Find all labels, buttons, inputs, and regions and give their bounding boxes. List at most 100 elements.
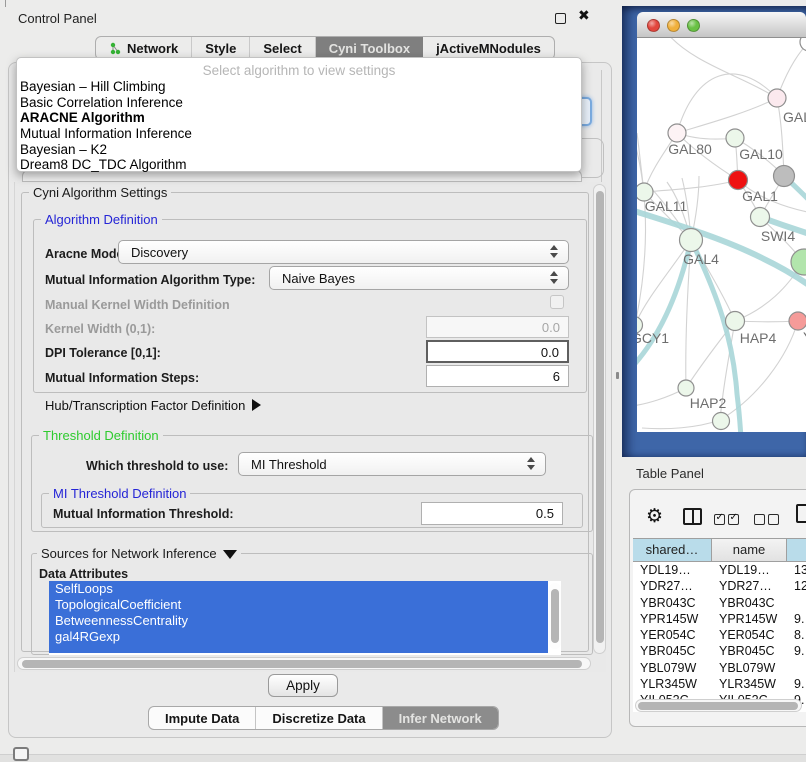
network-node-gal4[interactable] [680, 229, 703, 252]
mi-steps-field[interactable]: 6 [426, 365, 569, 387]
sources-title-row[interactable]: Sources for Network Inference [37, 546, 241, 561]
aracne-mode-combo[interactable]: Discovery [118, 240, 569, 264]
aracne-mode-label: Aracne Mode: [45, 247, 128, 261]
attribute-item[interactable]: BetweennessCentrality [49, 613, 548, 629]
table-row[interactable]: YPR145WYPR145W9. [633, 611, 806, 627]
deselect-all-columns-icon[interactable] [754, 512, 782, 530]
network-graph[interactable]: GAL7GAL80GAL10GAL1GAL11SWI4GAL4GCY1HAP4Y… [637, 38, 806, 432]
algorithm-menu-item[interactable]: Mutual Information Inference [17, 126, 581, 142]
attribute-item[interactable]: TopologicalCoefficient [49, 597, 548, 613]
table-row[interactable]: YER054CYER054C8. [633, 627, 806, 643]
table-row[interactable]: YDL19…YDL19…13 [633, 562, 806, 578]
table-hscrollbar-thumb[interactable] [638, 702, 798, 710]
zoom-traffic-light-icon[interactable] [687, 19, 700, 32]
network-edge[interactable] [667, 38, 777, 98]
tab-cyni-toolbox[interactable]: Cyni Toolbox [316, 37, 423, 59]
tab-select[interactable]: Select [250, 37, 315, 59]
columns-icon[interactable] [683, 508, 702, 525]
bottom-tab-impute-data[interactable]: Impute Data [149, 707, 256, 729]
manual-kernel-checkbox[interactable] [550, 295, 564, 309]
attributes-scrollbar-thumb[interactable] [551, 589, 559, 643]
network-node-label: GAL1 [742, 188, 778, 204]
network-edge[interactable] [644, 180, 738, 192]
attribute-item[interactable]: gal4RGexp [49, 629, 548, 645]
table-row[interactable]: YDR27…YDR27…12 [633, 578, 806, 594]
attributes-scrollbar[interactable] [549, 583, 561, 649]
table-cell [787, 660, 806, 676]
settings-hscrollbar[interactable] [17, 657, 591, 670]
network-edge[interactable] [735, 262, 803, 321]
which-threshold-combo[interactable]: MI Threshold [238, 452, 546, 476]
network-node[interactable] [800, 38, 806, 51]
cyni-settings-panel: Cyni Algorithm Settings Algorithm Defini… [14, 182, 606, 672]
table-hscrollbar[interactable] [635, 699, 802, 712]
network-node[interactable] [713, 413, 730, 430]
table-cell: YPR145W [712, 611, 787, 627]
table-column-header[interactable] [787, 539, 806, 561]
network-node-y[interactable] [789, 312, 806, 330]
float-window-icon[interactable] [555, 13, 566, 24]
network-node[interactable] [791, 249, 806, 275]
network-node-gal1[interactable] [729, 171, 748, 190]
close-icon[interactable]: ✖ [578, 7, 590, 24]
settings-hscrollbar-thumb[interactable] [22, 660, 582, 668]
mi-type-combo[interactable]: Naive Bayes [269, 266, 569, 290]
hub-factor-section[interactable]: Hub/Transcription Factor Definition [45, 398, 261, 413]
algorithm-menu-item[interactable]: Basic Correlation Inference [17, 95, 581, 111]
combo-arrows-icon [550, 245, 559, 258]
network-canvas[interactable]: GAL7GAL80GAL10GAL1GAL11SWI4GAL4GCY1HAP4Y… [637, 38, 806, 432]
kernel-width-field[interactable]: 0.0 [426, 316, 569, 338]
kernel-width-label: Kernel Width (0,1): [45, 322, 155, 336]
network-node-gal7[interactable] [768, 89, 786, 107]
network-node-swi4[interactable] [751, 208, 770, 227]
network-edge[interactable] [637, 133, 646, 325]
tab-network[interactable]: Network [96, 37, 192, 59]
node-table: shared…name YDL19…YDL19…13YDR27…YDR27…12… [633, 538, 806, 712]
collapse-down-icon[interactable] [223, 550, 237, 559]
network-edge[interactable] [677, 98, 777, 133]
settings-vscrollbar[interactable] [593, 184, 606, 654]
bottom-tab-infer-network[interactable]: Infer Network [383, 707, 498, 729]
table-column-header-name[interactable]: name [712, 539, 787, 561]
tab-jactivemnodules[interactable]: jActiveMNodules [423, 37, 554, 59]
network-node-hap4[interactable] [726, 312, 745, 331]
network-node-hap2[interactable] [678, 380, 694, 396]
table-column-header-shared[interactable]: shared… [633, 539, 712, 561]
network-window-titlebar[interactable] [637, 12, 806, 38]
control-panel-title: Control Panel [18, 11, 97, 26]
attribute-item[interactable]: SelfLoops [49, 581, 548, 597]
table-row[interactable]: YBL079WYBL079W [633, 660, 806, 676]
bottom-tab-discretize-data[interactable]: Discretize Data [256, 707, 382, 729]
tab-label: jActiveMNodules [436, 41, 541, 56]
minimize-traffic-light-icon[interactable] [667, 19, 680, 32]
gear-icon[interactable]: ⚙ [646, 505, 663, 528]
network-node-label: GAL7 [783, 109, 806, 125]
expand-right-icon[interactable] [252, 399, 261, 411]
network-edge[interactable] [677, 74, 777, 133]
algorithm-menu-item[interactable]: Bayesian – K2 [17, 142, 581, 158]
network-node[interactable] [774, 166, 795, 187]
document-icon[interactable] [796, 504, 806, 523]
table-row[interactable]: YBR045CYBR045C9. [633, 643, 806, 659]
splitpane-handle[interactable] [616, 372, 619, 379]
mi-threshold-label: Mutual Information Threshold: [53, 507, 234, 521]
network-node-gal80[interactable] [668, 124, 686, 142]
settings-vscrollbar-thumb[interactable] [596, 191, 604, 643]
network-node-gal10[interactable] [726, 129, 744, 147]
tab-style[interactable]: Style [192, 37, 250, 59]
cyni-algorithm-settings-title: Cyni Algorithm Settings [29, 185, 171, 200]
table-row[interactable]: YBR043CYBR043C [633, 595, 806, 611]
dpi-tolerance-field[interactable]: 0.0 [426, 340, 569, 363]
mi-threshold-field[interactable]: 0.5 [421, 502, 563, 525]
algorithm-menu-item[interactable]: Dream8 DC_TDC Algorithm [17, 157, 581, 173]
algorithm-menu-item[interactable]: ARACNE Algorithm [17, 110, 581, 126]
algorithm-dropdown-popup: Select algorithm to view settings Bayesi… [16, 57, 582, 172]
network-edge[interactable] [642, 420, 720, 429]
algorithm-menu-item[interactable]: Bayesian – Hill Climbing [17, 79, 581, 95]
select-all-columns-icon[interactable] [714, 512, 742, 530]
table-row[interactable]: YLR345WYLR345W9. [633, 676, 806, 692]
apply-button[interactable]: Apply [268, 674, 338, 697]
minimized-panel-icon[interactable] [13, 747, 29, 761]
close-traffic-light-icon[interactable] [647, 19, 660, 32]
sources-title: Sources for Network Inference [41, 546, 217, 561]
